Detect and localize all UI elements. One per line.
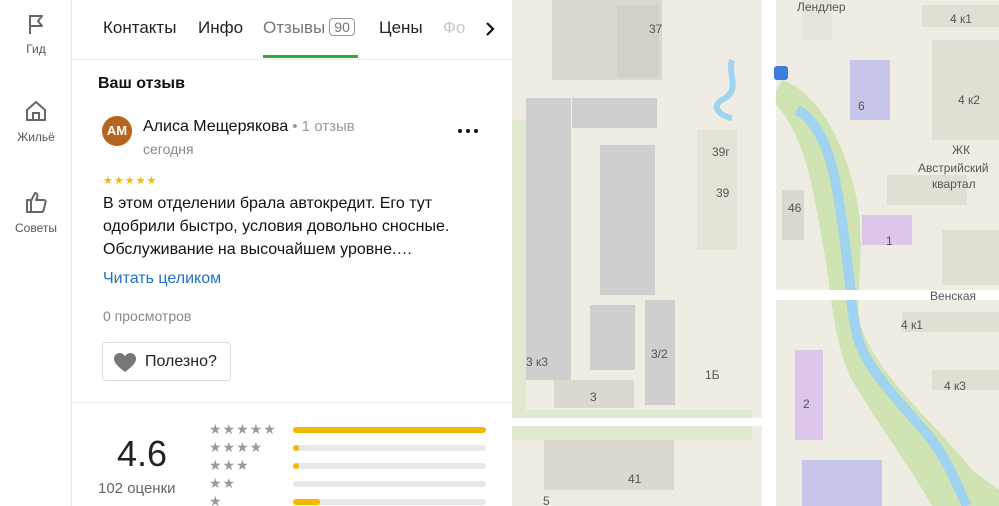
map-building xyxy=(572,98,657,128)
useful-button[interactable]: Полезно? xyxy=(102,342,231,381)
tab-label: Отзывы xyxy=(263,18,326,37)
map-label: 1 xyxy=(886,234,893,248)
thumbs-up-icon xyxy=(26,192,47,213)
tab-label: Инфо xyxy=(198,18,244,37)
read-more-link[interactable]: Читать целиком xyxy=(103,270,221,288)
avatar[interactable]: АМ xyxy=(102,116,132,146)
map-label: 3 к3 xyxy=(526,355,548,369)
tab-photos[interactable]: Фо xyxy=(443,18,465,38)
tab-label: Контакты xyxy=(103,18,177,37)
distribution-fill xyxy=(293,499,321,505)
map-label: 4 к3 xyxy=(944,379,966,393)
map-label: 1Б xyxy=(705,368,720,382)
map-park xyxy=(512,120,526,420)
rating-value: 4.6 xyxy=(117,433,168,474)
rail-item-label: Гид xyxy=(26,42,46,56)
map-label: 41 xyxy=(628,472,642,486)
tab-prices[interactable]: Цены xyxy=(379,18,423,38)
map-building xyxy=(544,440,674,490)
map-label: 6 xyxy=(858,99,865,113)
distribution-bar xyxy=(293,481,486,487)
map-label: 3 xyxy=(590,390,597,404)
map-label: Венская xyxy=(930,289,976,303)
map-building xyxy=(526,98,571,380)
author-review-count: • 1 отзыв xyxy=(292,118,355,135)
bus-stop-icon[interactable] xyxy=(774,66,788,80)
rail-item-tips[interactable]: Советы xyxy=(0,189,72,237)
heart-icon xyxy=(114,353,136,372)
rail-item-label: Советы xyxy=(15,221,57,235)
rail-item-label: Жильё xyxy=(17,130,55,144)
chevron-right-icon[interactable] xyxy=(482,20,498,38)
map-label: 3/2 xyxy=(651,347,668,361)
map-building xyxy=(795,350,823,440)
house-icon xyxy=(26,101,46,121)
map-building xyxy=(850,60,890,120)
tab-label: Цены xyxy=(379,18,423,37)
distribution-stars: ★★★ xyxy=(209,457,250,473)
distribution-fill xyxy=(293,427,486,433)
tab-bar: Контакты Инфо Отзывы 90 Цены Фо xyxy=(72,0,512,60)
map-label: 4 к2 xyxy=(958,93,980,107)
map-pond xyxy=(713,59,736,121)
distribution-fill xyxy=(293,445,299,451)
map-label: 2 xyxy=(803,397,810,411)
review-stars: ★★★★★ xyxy=(103,175,158,187)
rail-item-guide[interactable]: Гид xyxy=(0,12,72,58)
map-label: Лендлер xyxy=(797,0,846,14)
map-label: 39г xyxy=(712,145,730,159)
map-building xyxy=(942,230,999,285)
map-label: квартал xyxy=(932,177,976,191)
author-name[interactable]: Алиса Мещерякова xyxy=(143,118,288,135)
review-date: сегодня xyxy=(143,141,194,157)
distribution-bar xyxy=(293,463,486,469)
map-building xyxy=(617,5,659,77)
reviews-count-badge: 90 xyxy=(329,18,355,36)
distribution-bar xyxy=(293,445,486,451)
distribution-stars: ★★★★★ xyxy=(209,421,277,437)
map-label: Австрийский xyxy=(918,161,989,175)
map-building xyxy=(590,305,635,370)
left-rail: Гид Жильё Советы xyxy=(0,0,72,506)
map-label: 37 xyxy=(649,22,663,36)
distribution-stars: ★★ xyxy=(209,475,237,491)
distribution-bar xyxy=(293,427,486,433)
map-road xyxy=(762,0,776,506)
business-panel: Контакты Инфо Отзывы 90 Цены Фо Ваш отзыв… xyxy=(72,0,512,506)
map-building xyxy=(932,40,999,140)
tab-label: Фо xyxy=(443,18,466,37)
useful-label: Полезно? xyxy=(145,353,217,370)
rail-item-housing[interactable]: Жильё xyxy=(0,98,72,146)
distribution-bar xyxy=(293,499,486,505)
section-title: Ваш отзыв xyxy=(98,75,185,92)
map-label: 4 к1 xyxy=(901,318,923,332)
map-canvas[interactable] xyxy=(512,0,999,506)
map-label: 4 к1 xyxy=(950,12,972,26)
more-options-icon[interactable] xyxy=(456,124,480,138)
distribution-stars: ★★★★ xyxy=(209,439,264,455)
distribution-fill xyxy=(293,463,299,469)
distribution-stars: ★ xyxy=(209,493,223,506)
divider xyxy=(72,402,512,403)
review-views: 0 просмотров xyxy=(103,308,192,324)
map-building xyxy=(600,145,655,295)
tab-reviews[interactable]: Отзывы 90 xyxy=(263,18,355,38)
tab-info[interactable]: Инфо xyxy=(198,18,243,38)
map-label: 39 xyxy=(716,186,730,200)
review-author[interactable]: Алиса Мещерякова • 1 отзыв xyxy=(143,118,355,136)
review-text: В этом отделении брала автокредит. Его т… xyxy=(103,195,450,258)
tab-contacts[interactable]: Контакты xyxy=(103,18,176,38)
flag-icon xyxy=(29,15,43,34)
active-tab-indicator xyxy=(263,55,358,58)
map-road xyxy=(512,418,762,426)
map-label: 5 xyxy=(543,494,550,506)
rating-count: 102 оценки xyxy=(98,480,176,497)
map-building xyxy=(782,190,804,240)
map-building xyxy=(802,460,882,506)
map[interactable]: Лендлер 4 к1 37 6 4 к2 ЖК Австрийский квартал 39… xyxy=(512,0,999,506)
map-label: 46 xyxy=(788,201,802,215)
map-label: ЖК xyxy=(952,143,971,157)
